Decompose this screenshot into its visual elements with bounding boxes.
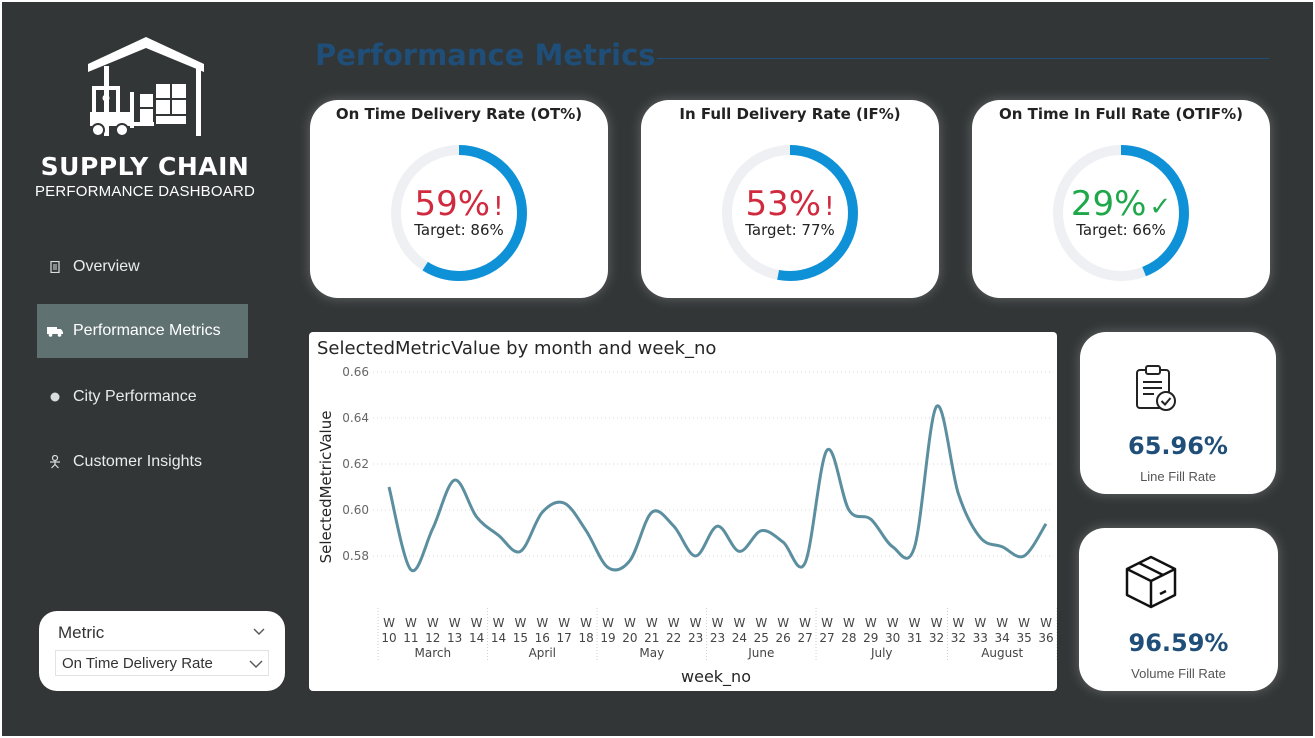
truck-icon [37,326,73,337]
x-tick-label: W 23 [710,616,725,645]
document-icon [37,261,73,273]
x-tick-label: W 35 [1016,616,1031,645]
kpi-card-if: In Full Delivery Rate (IF%) 53%! Target:… [641,100,939,298]
month-group-label: April [529,646,556,660]
box-icon [1125,555,1177,609]
x-tick-label: W 22 [666,616,681,645]
volume-fill-rate-value: 96.59% [1128,629,1229,657]
y-tick-label: 0.64 [342,411,369,425]
x-tick-label: W 26 [776,616,791,645]
x-tick-label: W 36 [1038,616,1053,645]
kpi-target: Target: 77% [745,221,835,239]
x-tick-label: W 25 [754,616,769,645]
y-axis-title: SelectedMetricValue [317,411,335,564]
nav-label-overview: Overview [73,258,140,275]
x-tick-label: W 34 [995,616,1010,645]
kpi-target: Target: 66% [1076,221,1166,239]
x-tick-label: W 18 [578,616,593,645]
volume-fill-rate-label: Volume Fill Rate [1131,666,1226,681]
x-tick-label: W 28 [841,616,856,645]
line-chart-card[interactable]: SelectedMetricValue by month and week_no… [309,332,1057,691]
clipboard-check-icon [1136,365,1176,411]
x-tick-label: W 11 [403,616,418,645]
kpi-value: 29% ✓ [1070,184,1172,224]
x-tick-label: W 14 [469,616,484,645]
x-tick-label: W 16 [535,616,550,645]
slicer-title: Metric [58,623,105,642]
chart-title: SelectedMetricValue by month and week_no [317,338,716,359]
x-tick-label: W 27 [819,616,834,645]
chevron-down-icon[interactable] [251,623,267,639]
kpi-value: 59%! [414,184,504,224]
x-axis-title: week_no [681,667,751,687]
month-group-label: March [415,646,452,660]
kpi-card-ot: On Time Delivery Rate (OT%) 59%! Target:… [310,100,608,298]
x-tick-label: W 10 [381,616,396,645]
y-tick-label: 0.62 [342,457,369,471]
alert-icon: ! [824,192,835,222]
nav-item-performance-metrics[interactable]: Performance Metrics [37,304,248,358]
volume-fill-rate-card: 96.59% Volume Fill Rate [1079,528,1278,691]
month-group-label: August [981,646,1023,660]
x-tick-label: W 24 [732,616,747,645]
nav-label-city-performance: City Performance [73,388,197,405]
kpi-title: On Time In Full Rate (OTIF%) [998,105,1243,123]
metric-dropdown-value: On Time Delivery Rate [62,655,213,672]
line-fill-rate-value: 65.96% [1128,432,1228,460]
x-tick-label: W 13 [447,616,462,645]
title-divider [657,58,1269,59]
series-line [387,404,1048,573]
x-tick-label: W 15 [513,616,528,645]
x-tick-label: W 20 [622,616,637,645]
metric-dropdown[interactable]: On Time Delivery Rate [55,650,269,676]
nav-label-customer-insights: Customer Insights [73,453,202,470]
x-tick-label: W 23 [688,616,703,645]
alert-icon: ! [493,192,504,222]
kpi-title: In Full Delivery Rate (IF%) [679,105,901,123]
nav-item-city-performance[interactable]: City Performance [37,370,248,424]
y-tick-label: 0.66 [342,365,369,379]
x-tick-label: W 14 [491,616,506,645]
line-fill-rate-label: Line Fill Rate [1140,469,1216,484]
kpi-card-otif: On Time In Full Rate (OTIF%) 29% ✓ Target… [972,100,1270,298]
x-tick-label: W 19 [600,616,615,645]
line-chart: SelectedMetricValue by month and week_no… [317,338,1057,687]
x-tick-label: W 32 [951,616,966,645]
month-group-label: July [870,646,893,660]
page-title: Performance Metrics [315,38,656,72]
metric-slicer[interactable]: Metric On Time Delivery Rate [39,611,285,691]
kpi-target: Target: 86% [414,221,504,239]
nav-item-overview[interactable]: Overview [37,240,248,294]
nav-label-performance-metrics: Performance Metrics [73,322,221,339]
y-tick-label: 0.60 [342,503,369,517]
x-tick-label: W 32 [929,616,944,645]
month-group-label: June [747,646,774,660]
x-tick-label: W 33 [973,616,988,645]
location-dot-icon [37,392,73,402]
brand-subtitle: PERFORMANCE DASHBOARD [34,183,256,200]
x-tick-label: W 27 [797,616,812,645]
x-tick-label: W 29 [863,616,878,645]
x-tick-label: W 31 [907,616,922,645]
line-fill-rate-card: 65.96% Line Fill Rate [1080,332,1276,494]
y-tick-label: 0.58 [342,549,369,563]
kpi-value: 53%! [745,184,835,224]
chevron-down-icon [249,660,263,668]
x-tick-label: W 12 [425,616,440,645]
nav-item-customer-insights[interactable]: Customer Insights [37,435,248,489]
x-tick-label: W 30 [885,616,900,645]
x-tick-label: W 17 [557,616,572,645]
x-tick-label: W 21 [644,616,659,645]
check-icon: ✓ [1149,192,1172,222]
warehouse-forklift-logo [88,37,204,137]
month-group-label: May [639,646,664,660]
brand-title: SUPPLY CHAIN [40,152,250,181]
person-icon [37,455,73,469]
kpi-title: On Time Delivery Rate (OT%) [335,105,583,123]
